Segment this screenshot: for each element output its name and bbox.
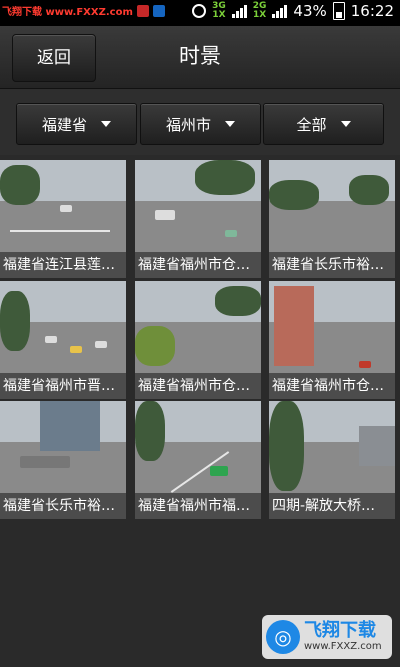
page-title: 时景 (179, 44, 221, 68)
tree-shape (0, 165, 40, 205)
watermark-text: 飞翔下载 www.FXXZ.com (304, 621, 382, 653)
camera-tile[interactable]: 福建省长乐市裕… (0, 401, 126, 519)
tree-shape (135, 326, 175, 366)
network-type-sub: 1X (212, 10, 226, 20)
building-shape (359, 426, 395, 466)
camera-tile[interactable]: 福建省福州市仓… (269, 281, 395, 399)
camera-tile[interactable]: 四期-解放大桥… (269, 401, 395, 519)
battery-percent: 43% (293, 2, 327, 20)
camera-tile[interactable]: 福建省福州市福… (135, 401, 261, 519)
network-type-2-sub: 1X (252, 10, 267, 20)
network-indicator-2: 2G 1X (253, 2, 267, 20)
camera-label: 福建省福州市仓… (135, 252, 261, 278)
watermark-url: www.FXXZ.com (304, 641, 382, 652)
watermark-name: 飞翔下载 (304, 620, 376, 641)
title-bar: 返回 时景 (0, 26, 400, 89)
notification-icon-2 (152, 4, 165, 17)
notification-icon (136, 4, 149, 17)
city-select-label: 福州市 (165, 115, 211, 134)
tree-shape (135, 401, 165, 461)
clock: 16:22 (350, 2, 394, 20)
chevron-down-icon (225, 121, 235, 127)
camera-tile[interactable]: 福建省长乐市裕… (269, 160, 395, 278)
camera-tile[interactable]: 福建省福州市晋… (0, 281, 126, 399)
car-shape (70, 346, 82, 353)
status-bar: 飞翔下载 www.FXXZ.com 3G 1X 2G 1X 43% 16:22 (0, 0, 400, 26)
network-indicator: 3G 1X (212, 2, 226, 20)
province-select-label: 福建省 (41, 115, 87, 134)
car-shape (210, 466, 228, 476)
camera-label: 福建省连江县莲… (0, 252, 126, 278)
signal-icon (231, 4, 247, 18)
battery-icon (332, 2, 345, 20)
tree-shape (215, 286, 261, 316)
chevron-down-icon (101, 121, 111, 127)
camera-tile[interactable]: 福建省连江县莲… (0, 160, 126, 278)
site-watermark-text: 飞翔下载 www.FXXZ.com (2, 7, 133, 18)
tree-shape (269, 180, 319, 210)
tree-shape (269, 401, 304, 491)
camera-tile[interactable]: 福建省福州市仓… (135, 160, 261, 278)
tree-shape (0, 291, 30, 351)
building-shape (40, 401, 100, 451)
camera-tile[interactable]: 福建省福州市仓… (135, 281, 261, 399)
province-select[interactable]: 福建省 (16, 103, 137, 145)
building-shape (274, 286, 314, 366)
watermark-logo: ◎ 飞翔下载 www.FXXZ.com (262, 615, 392, 659)
status-left: 飞翔下载 www.FXXZ.com (2, 3, 165, 18)
car-shape (60, 205, 72, 212)
tree-shape (349, 175, 389, 205)
car-shape (225, 230, 237, 237)
filter-bar: 福建省 福州市 全部 (0, 89, 400, 155)
car-shape (155, 210, 175, 220)
camera-label: 福建省福州市仓… (135, 373, 261, 399)
alarm-icon (192, 4, 207, 18)
camera-label: 福建省长乐市裕… (0, 493, 126, 519)
truck-shape (20, 456, 70, 468)
logo-icon: ◎ (266, 620, 300, 654)
signal-icon-2 (272, 4, 288, 18)
car-shape (95, 341, 107, 348)
chevron-down-icon (340, 121, 351, 127)
scope-select-label: 全部 (296, 115, 327, 134)
city-select[interactable]: 福州市 (140, 103, 261, 145)
camera-label: 福建省福州市福… (135, 493, 261, 519)
camera-label: 四期-解放大桥… (269, 493, 395, 519)
lane-mark (10, 230, 110, 232)
car-shape (359, 361, 371, 368)
tree-shape (195, 160, 255, 195)
status-right: 3G 1X 2G 1X 43% 16:22 (192, 2, 394, 20)
scope-select[interactable]: 全部 (263, 103, 384, 145)
camera-label: 福建省福州市晋… (0, 373, 126, 399)
car-shape (45, 336, 57, 343)
camera-label: 福建省长乐市裕… (269, 252, 395, 278)
camera-label: 福建省福州市仓… (269, 373, 395, 399)
